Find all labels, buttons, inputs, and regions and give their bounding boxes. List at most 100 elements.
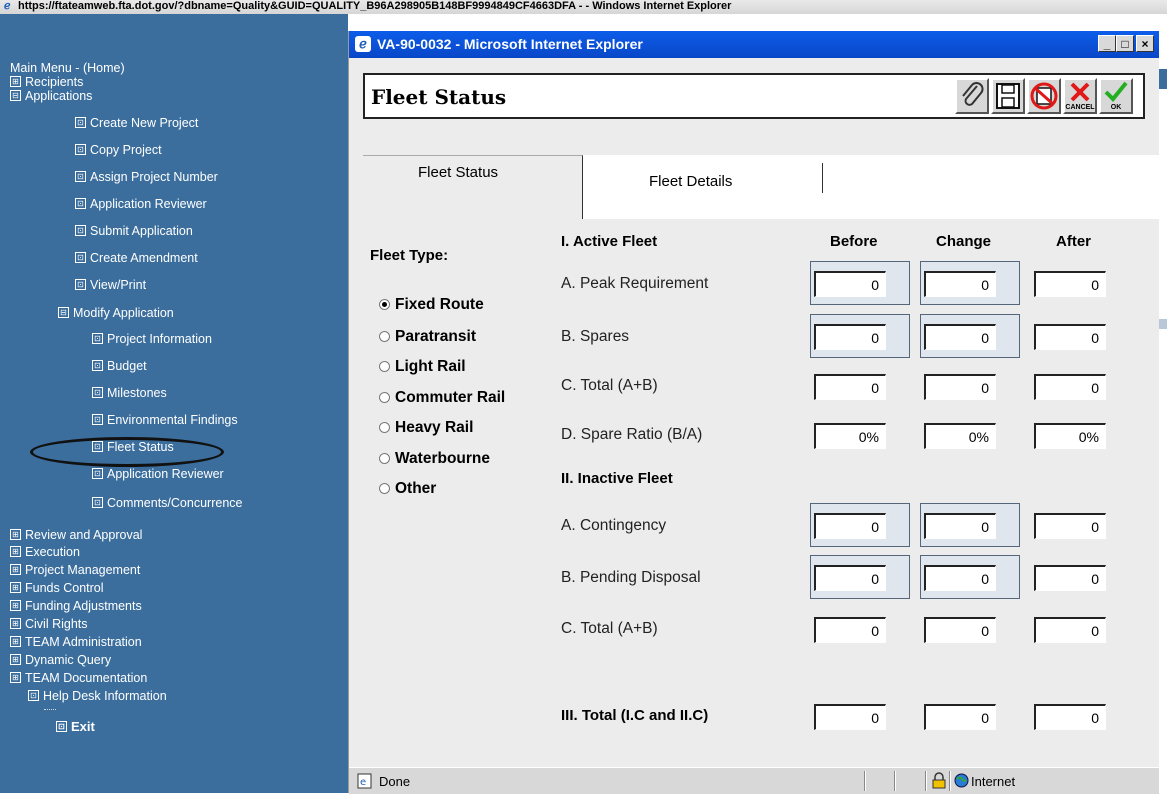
- sidebar-item-applications[interactable]: ⊟ Applications: [10, 89, 92, 103]
- sidebar-item-submit-application[interactable]: ⊡ Submit Application: [75, 224, 193, 238]
- grand-total-after-input[interactable]: [1034, 704, 1106, 730]
- close-button[interactable]: ×: [1136, 35, 1154, 52]
- spares-before-input[interactable]: [814, 324, 886, 350]
- maximize-button[interactable]: □: [1116, 35, 1134, 52]
- radio-label: Fixed Route: [395, 296, 484, 313]
- bullet-icon: ⊡: [92, 468, 103, 480]
- radio-heavy-rail[interactable]: Heavy Rail: [379, 419, 473, 437]
- sidebar-item-application-reviewer-2[interactable]: ⊡ Application Reviewer: [92, 467, 224, 481]
- sidebar-item-copy-project[interactable]: ⊡ Copy Project: [75, 143, 162, 157]
- sidebar-item-team-documentation[interactable]: ⊞ TEAM Documentation: [10, 671, 147, 685]
- sidebar-item-create-new-project[interactable]: ⊡ Create New Project: [75, 116, 198, 130]
- sidebar-item-create-amendment[interactable]: ⊡ Create Amendment: [75, 251, 198, 265]
- tab-fleet-details[interactable]: Fleet Details: [583, 163, 823, 193]
- sidebar-item-label: TEAM Administration: [25, 635, 142, 649]
- sidebar-item-label: Funds Control: [25, 581, 104, 595]
- peak-requirement-change-input[interactable]: [924, 271, 996, 297]
- cancel-button[interactable]: CANCEL: [1063, 78, 1097, 114]
- radio-commuter-rail[interactable]: Commuter Rail: [379, 389, 505, 407]
- sidebar-item-dynamic-query[interactable]: ⊞ Dynamic Query: [10, 653, 111, 667]
- sidebar-item-project-information[interactable]: ⊡ Project Information: [92, 332, 212, 346]
- peak-requirement-before-input[interactable]: [814, 271, 886, 297]
- sidebar-item-budget[interactable]: ⊡ Budget: [92, 359, 147, 373]
- bullet-icon: ⊡: [75, 144, 86, 156]
- grand-total-before-input[interactable]: [814, 704, 886, 730]
- active-total-before-input[interactable]: [814, 374, 886, 400]
- sidebar-item-main-menu[interactable]: Main Menu - (Home): [10, 61, 125, 75]
- attach-button[interactable]: [955, 78, 989, 114]
- tree-connector-line: [44, 709, 56, 710]
- fleet-type-label: Fleet Type:: [370, 247, 449, 264]
- expand-icon: ⊞: [10, 672, 21, 684]
- sidebar-item-exit[interactable]: ⊡ Exit: [56, 720, 95, 734]
- spares-after-input[interactable]: [1034, 324, 1106, 350]
- sidebar-item-comments-concurrence[interactable]: ⊡ Comments/Concurrence: [92, 496, 242, 510]
- inactive-total-after-input[interactable]: [1034, 617, 1106, 643]
- sidebar-item-help-desk[interactable]: ⊡ Help Desk Information: [28, 689, 167, 703]
- sidebar-item-label: Create New Project: [90, 116, 199, 130]
- pending-disposal-after-input[interactable]: [1034, 565, 1106, 591]
- sidebar-item-review-and-approval[interactable]: ⊞ Review and Approval: [10, 528, 142, 542]
- active-total-after-input[interactable]: [1034, 374, 1106, 400]
- spare-ratio-after-input[interactable]: [1034, 423, 1106, 449]
- inactive-total-before-input[interactable]: [814, 617, 886, 643]
- pending-disposal-change-input[interactable]: [924, 565, 996, 591]
- sidebar-item-fleet-status[interactable]: ⊡ Fleet Status: [92, 440, 174, 454]
- spare-ratio-change-input[interactable]: [924, 423, 996, 449]
- sidebar-item-project-management[interactable]: ⊞ Project Management: [10, 563, 140, 577]
- sidebar-item-label: Comments/Concurrence: [107, 496, 243, 510]
- bullet-icon: ⊡: [75, 225, 86, 237]
- checkmark-icon: [1104, 81, 1128, 102]
- sidebar-item-label: Help Desk Information: [43, 689, 167, 703]
- sidebar-item-milestones[interactable]: ⊡ Milestones: [92, 386, 167, 400]
- tab-fleet-status[interactable]: Fleet Status: [363, 155, 583, 219]
- sidebar-item-label: Submit Application: [90, 224, 193, 238]
- inactive-total-change-input[interactable]: [924, 617, 996, 643]
- sidebar-item-application-reviewer[interactable]: ⊡ Application Reviewer: [75, 197, 207, 211]
- save-button[interactable]: [991, 78, 1025, 114]
- sidebar-item-civil-rights[interactable]: ⊞ Civil Rights: [10, 617, 88, 631]
- sidebar-item-label: Modify Application: [73, 306, 174, 320]
- radio-other[interactable]: Other: [379, 480, 436, 498]
- sidebar-item-modify-application[interactable]: ⊟ Modify Application: [58, 306, 174, 320]
- sidebar-item-assign-project-number[interactable]: ⊡ Assign Project Number: [75, 170, 218, 184]
- sidebar-item-label: Environmental Findings: [107, 413, 238, 427]
- sidebar-item-label: TEAM Documentation: [25, 671, 148, 685]
- fleet-status-form: Fleet Type: Fixed Route Paratransit Ligh…: [349, 219, 1159, 767]
- radio-waterbourne[interactable]: Waterbourne: [379, 450, 490, 468]
- grand-total-change-input[interactable]: [924, 704, 996, 730]
- no-save-button[interactable]: [1027, 78, 1061, 114]
- sidebar-item-funds-control[interactable]: ⊞ Funds Control: [10, 581, 104, 595]
- minimize-button[interactable]: _: [1098, 35, 1116, 52]
- no-save-icon: [1030, 82, 1058, 110]
- spares-change-input[interactable]: [924, 324, 996, 350]
- contingency-before-input[interactable]: [814, 513, 886, 539]
- pending-disposal-before-input[interactable]: [814, 565, 886, 591]
- radio-icon: [379, 392, 390, 403]
- sidebar-item-team-administration[interactable]: ⊞ TEAM Administration: [10, 635, 142, 649]
- radio-light-rail[interactable]: Light Rail: [379, 358, 466, 376]
- contingency-after-input[interactable]: [1034, 513, 1106, 539]
- sidebar-item-label: Project Management: [25, 563, 141, 577]
- sidebar-item-view-print[interactable]: ⊡ View/Print: [75, 278, 146, 292]
- sidebar-item-environmental-findings[interactable]: ⊡ Environmental Findings: [92, 413, 238, 427]
- bullet-icon: ⊡: [28, 690, 39, 702]
- active-total-change-input[interactable]: [924, 374, 996, 400]
- spare-ratio-before-input[interactable]: [814, 423, 886, 449]
- row-label-contingency: A. Contingency: [561, 517, 667, 534]
- sidebar-item-execution[interactable]: ⊞ Execution: [10, 545, 80, 559]
- sidebar-item-label: Fleet Status: [107, 440, 174, 454]
- status-separator: [894, 771, 896, 791]
- ok-button[interactable]: OK: [1099, 78, 1133, 114]
- ok-button-label: OK: [1110, 104, 1122, 111]
- sidebar-item-funding-adjustments[interactable]: ⊞ Funding Adjustments: [10, 599, 142, 613]
- sidebar-item-recipients[interactable]: ⊞ Recipients: [10, 75, 83, 89]
- peak-requirement-after-input[interactable]: [1034, 271, 1106, 297]
- contingency-change-input[interactable]: [924, 513, 996, 539]
- expand-icon: ⊞: [10, 636, 21, 648]
- bullet-icon: ⊡: [92, 497, 103, 509]
- radio-fixed-route[interactable]: Fixed Route: [379, 296, 484, 314]
- radio-paratransit[interactable]: Paratransit: [379, 328, 476, 346]
- bullet-icon: ⊡: [75, 198, 86, 210]
- bullet-icon: ⊡: [92, 387, 103, 399]
